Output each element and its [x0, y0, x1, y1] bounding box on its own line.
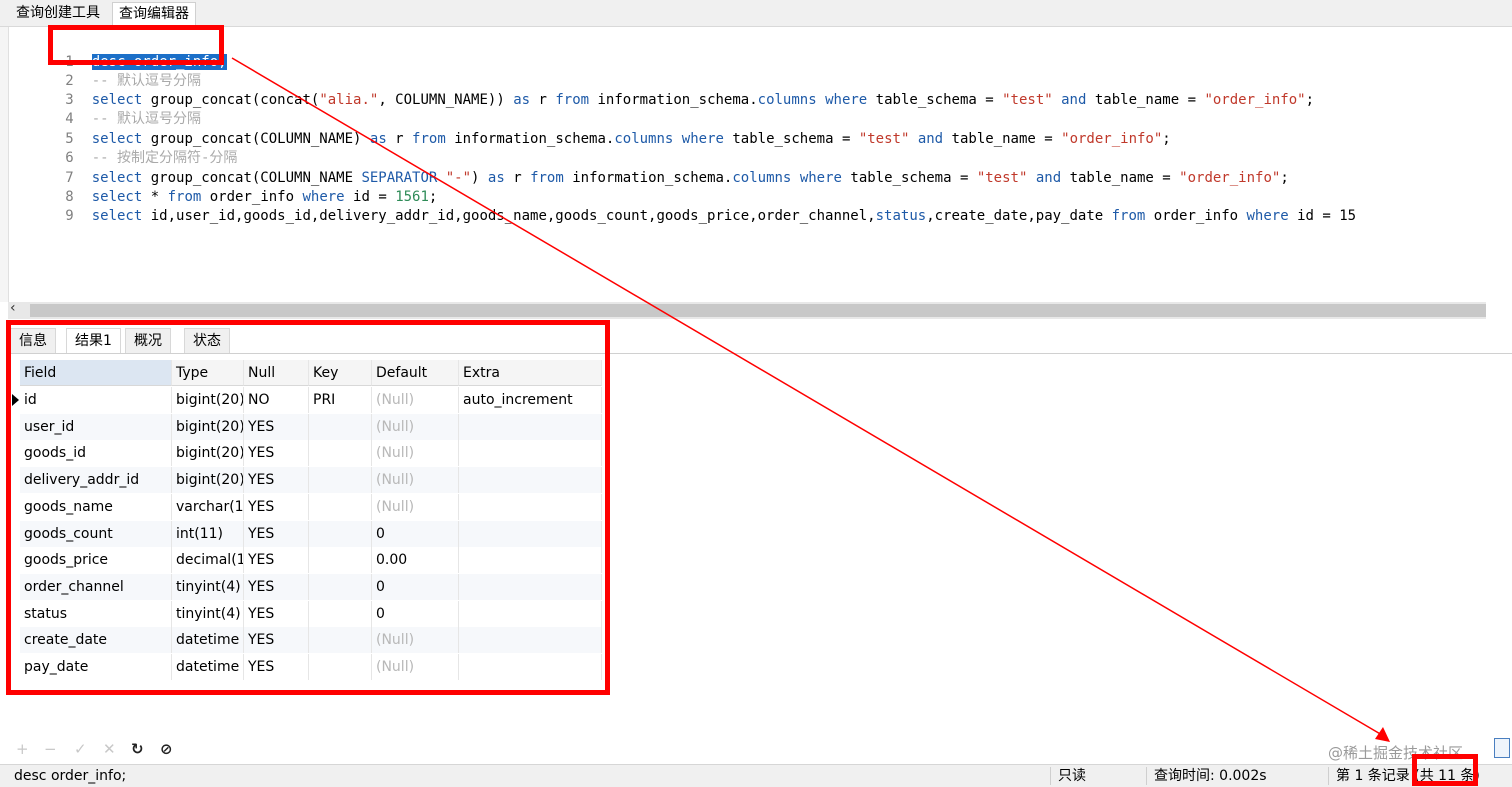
annotation-arrow — [231, 57, 1390, 742]
